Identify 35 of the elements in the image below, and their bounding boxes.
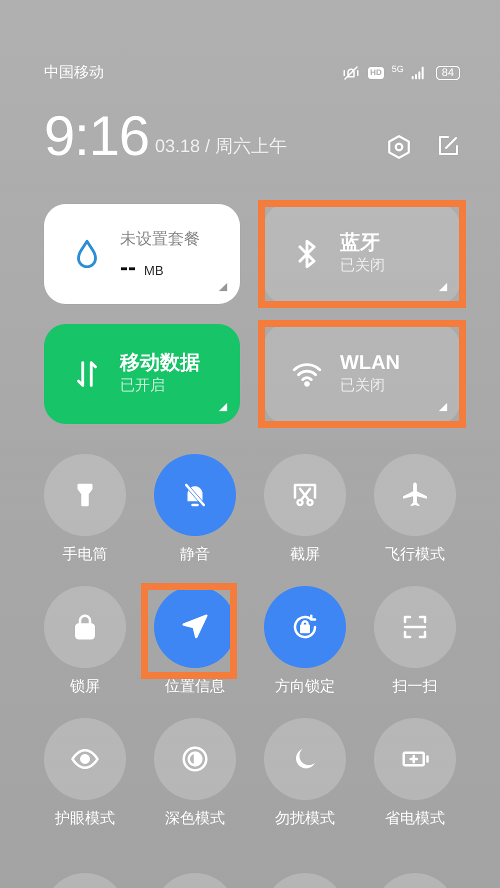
tile-title: 未设置套餐 [120,230,200,250]
quick-tile[interactable]: 移动数据 已开启 [44,324,240,424]
tile-status: 已开启 [120,376,166,396]
data-value: -- [120,256,136,280]
toggle-label: 位置信息 [165,677,225,697]
toggle-label: 扫一扫 [392,677,438,697]
network-type: 5G [392,65,404,74]
half-circle-icon [180,744,210,774]
clock-time: 9:16 [44,108,149,164]
toggle-label: 省电模式 [385,809,445,829]
battery-level: 84 [436,66,460,80]
muted-vibration-icon [342,64,360,82]
quick-tile[interactable]: 未设置套餐 -- MB [44,204,240,304]
carrier-name: 中国移动 [44,62,104,83]
toggle-label: 飞行模式 [385,545,445,565]
toggle-label: 截屏 [290,545,320,565]
edit-icon[interactable] [436,134,460,158]
toggle-label: 静音 [180,545,210,565]
corner-triangle-icon [438,402,448,412]
tile-title: 移动数据 [120,350,200,375]
data-unit: MB [144,262,164,280]
toggle-label: 锁屏 [70,677,100,697]
toggle-label: 方向锁定 [275,677,335,697]
corner-triangle-icon [218,402,228,412]
tile-title: WLAN [340,350,400,375]
corner-triangle-icon [218,282,228,292]
hd-badge: HD [368,67,384,79]
corner-triangle-icon [438,282,448,292]
date-text: 03.18 / 周六上午 [155,135,288,158]
toggle-label: 勿扰模式 [275,809,335,829]
tile-title: 蓝牙 [340,230,381,255]
toggle-label: 深色模式 [165,809,225,829]
settings-icon[interactable] [386,134,412,160]
toggle-label: 手电筒 [62,545,108,565]
toggle-label: 护眼模式 [55,809,115,829]
